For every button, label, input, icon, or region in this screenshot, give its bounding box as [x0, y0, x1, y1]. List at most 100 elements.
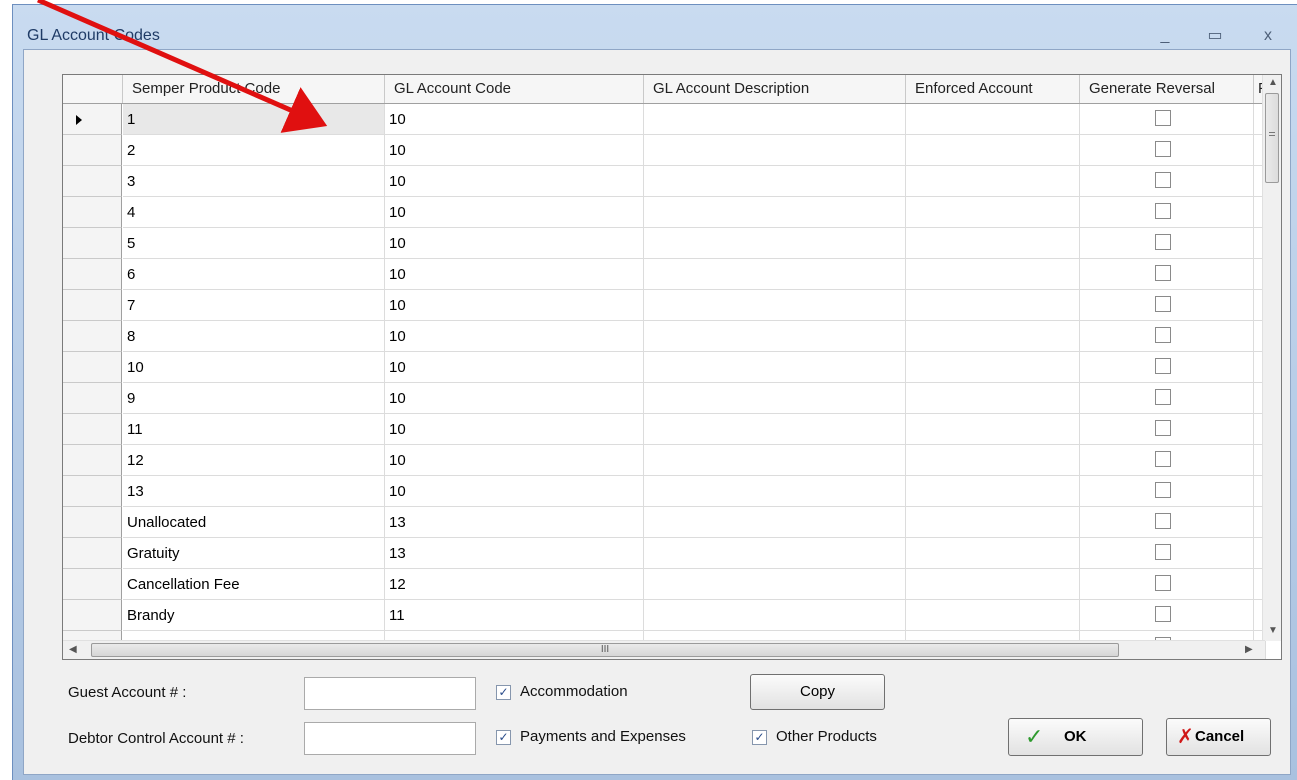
guest-account-field[interactable] [304, 677, 476, 710]
gl-account-description-cell[interactable] [644, 321, 906, 352]
generate-reversal-checkbox[interactable] [1155, 296, 1171, 312]
enforced-account-cell[interactable] [906, 507, 1080, 538]
table-row[interactable]: 11 10 [63, 414, 1266, 445]
gl-account-code-cell[interactable]: 10 [385, 228, 644, 259]
table-row[interactable]: 1 10 [63, 104, 1266, 135]
enforced-account-cell[interactable] [906, 445, 1080, 476]
semper-product-code-cell[interactable]: 10 [123, 352, 385, 383]
vertical-scrollbar[interactable]: ▲ ▼ [1262, 75, 1281, 641]
copy-button[interactable]: Copy [750, 674, 885, 710]
generate-reversal-checkbox[interactable] [1155, 358, 1171, 374]
row-header[interactable] [63, 445, 122, 476]
enforced-account-cell[interactable] [906, 352, 1080, 383]
gl-account-description-cell[interactable] [644, 228, 906, 259]
gl-account-code-cell[interactable]: 10 [385, 414, 644, 445]
row-header[interactable] [63, 352, 122, 383]
maximize-button[interactable]: ▭ [1198, 25, 1232, 47]
semper-product-code-cell[interactable]: 11 [123, 414, 385, 445]
gl-account-code-cell[interactable]: 10 [385, 290, 644, 321]
enforced-account-cell[interactable] [906, 197, 1080, 228]
horizontal-scrollbar[interactable]: ◀ III ▶ [63, 640, 1265, 659]
enforced-account-cell[interactable] [906, 166, 1080, 197]
generate-reversal-checkbox[interactable] [1155, 110, 1171, 126]
row-header[interactable] [63, 538, 122, 569]
generate-reversal-checkbox[interactable] [1155, 575, 1171, 591]
ok-button[interactable]: ✓ OK [1008, 718, 1143, 756]
row-header[interactable] [63, 507, 122, 538]
table-row[interactable]: 7 10 [63, 290, 1266, 321]
vertical-scroll-thumb[interactable] [1265, 93, 1279, 183]
accommodation-checkbox[interactable]: ✓ [496, 685, 511, 700]
semper-product-code-cell[interactable]: 7 [123, 290, 385, 321]
generate-reversal-checkbox[interactable] [1155, 544, 1171, 560]
column-header-gl-account-code[interactable]: GL Account Code [385, 75, 644, 103]
gl-account-description-cell[interactable] [644, 445, 906, 476]
table-row[interactable]: 10 10 [63, 352, 1266, 383]
gl-account-description-cell[interactable] [644, 538, 906, 569]
gl-account-description-cell[interactable] [644, 197, 906, 228]
generate-reversal-checkbox[interactable] [1155, 234, 1171, 250]
column-header-enforced-account[interactable]: Enforced Account [906, 75, 1080, 103]
row-header[interactable] [63, 135, 122, 166]
gl-account-description-cell[interactable] [644, 569, 906, 600]
scroll-up-arrow-icon[interactable]: ▲ [1268, 77, 1278, 88]
gl-account-description-cell[interactable] [644, 383, 906, 414]
semper-product-code-cell[interactable]: 9 [123, 383, 385, 414]
enforced-account-cell[interactable] [906, 104, 1080, 135]
cancel-button[interactable]: ✗ Cancel [1166, 718, 1271, 756]
gl-account-code-cell[interactable]: 10 [385, 352, 644, 383]
semper-product-code-cell[interactable]: Gratuity [123, 538, 385, 569]
semper-product-code-cell[interactable]: 1 [123, 104, 385, 135]
semper-product-code-cell[interactable]: Unallocated [123, 507, 385, 538]
row-header[interactable] [63, 290, 122, 321]
generate-reversal-checkbox[interactable] [1155, 389, 1171, 405]
generate-reversal-checkbox[interactable] [1155, 451, 1171, 467]
gl-account-description-cell[interactable] [644, 104, 906, 135]
generate-reversal-checkbox[interactable] [1155, 606, 1171, 622]
table-row[interactable]: 6 10 [63, 259, 1266, 290]
gl-account-code-cell[interactable]: 12 [385, 569, 644, 600]
column-header-semper-product-code[interactable]: Semper Product Code [123, 75, 385, 103]
gl-account-code-cell[interactable]: 10 [385, 197, 644, 228]
minimize-button[interactable]: _ [1148, 25, 1182, 47]
semper-product-code-cell[interactable]: Cancellation Fee [123, 569, 385, 600]
semper-product-code-cell[interactable]: 13 [123, 476, 385, 507]
row-header[interactable] [63, 228, 122, 259]
gl-account-description-cell[interactable] [644, 600, 906, 631]
gl-account-code-cell[interactable]: 10 [385, 166, 644, 197]
table-row[interactable]: Gratuity 13 [63, 538, 1266, 569]
table-row[interactable]: Brandy 11 [63, 600, 1266, 631]
gl-account-code-cell[interactable]: 10 [385, 135, 644, 166]
row-header[interactable] [63, 104, 122, 135]
semper-product-code-cell[interactable]: 2 [123, 135, 385, 166]
debtor-control-field[interactable] [304, 722, 476, 755]
table-row[interactable]: 3 10 [63, 166, 1266, 197]
gl-account-code-cell[interactable]: 13 [385, 538, 644, 569]
gl-account-description-cell[interactable] [644, 476, 906, 507]
gl-account-grid[interactable]: Semper Product Code GL Account Code GL A… [62, 74, 1282, 660]
gl-account-description-cell[interactable] [644, 414, 906, 445]
table-row[interactable]: 12 10 [63, 445, 1266, 476]
generate-reversal-checkbox[interactable] [1155, 141, 1171, 157]
semper-product-code-cell[interactable]: Brandy [123, 600, 385, 631]
generate-reversal-checkbox[interactable] [1155, 172, 1171, 188]
gl-account-description-cell[interactable] [644, 135, 906, 166]
table-row[interactable]: Unallocated 13 [63, 507, 1266, 538]
gl-account-code-cell[interactable]: 10 [385, 476, 644, 507]
column-header-gl-account-description[interactable]: GL Account Description [644, 75, 906, 103]
other-products-checkbox[interactable]: ✓ [752, 730, 767, 745]
generate-reversal-checkbox[interactable] [1155, 327, 1171, 343]
enforced-account-cell[interactable] [906, 476, 1080, 507]
semper-product-code-cell[interactable]: 8 [123, 321, 385, 352]
row-header[interactable] [63, 414, 122, 445]
row-header[interactable] [63, 321, 122, 352]
enforced-account-cell[interactable] [906, 600, 1080, 631]
row-header[interactable] [63, 569, 122, 600]
row-header[interactable] [63, 476, 122, 507]
gl-account-code-cell[interactable]: 11 [385, 600, 644, 631]
gl-account-code-cell[interactable]: 10 [385, 445, 644, 476]
generate-reversal-checkbox[interactable] [1155, 482, 1171, 498]
table-row[interactable]: 9 10 [63, 383, 1266, 414]
generate-reversal-checkbox[interactable] [1155, 265, 1171, 281]
semper-product-code-cell[interactable]: 4 [123, 197, 385, 228]
